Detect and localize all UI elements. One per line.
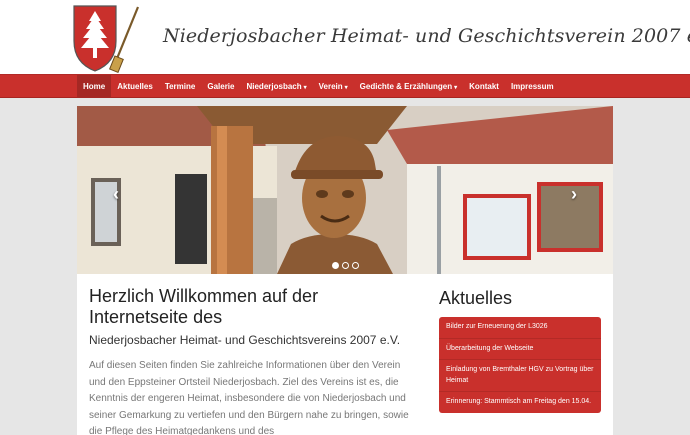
news-list: Bilder zur Erneuerung der L3026 Überarbe… [439, 317, 601, 413]
site-header: Niederjosbacher Heimat- und Geschichtsve… [0, 0, 690, 74]
carousel-next-arrow-icon[interactable]: › [571, 184, 577, 205]
nav-item-kontakt[interactable]: Kontakt [463, 75, 505, 98]
nav-item-gedichte-erzählungen[interactable]: Gedichte & Erzählungen ▾ [354, 75, 463, 98]
nav-item-label: Aktuelles [117, 82, 153, 91]
nav-item-label: Verein [318, 82, 343, 91]
carousel-slide-image [77, 106, 613, 274]
welcome-intro-text: Auf diesen Seiten finden Sie zahlreiche … [89, 360, 409, 435]
welcome-heading: Herzlich Willkommen auf der Internetseit… [89, 286, 319, 327]
welcome-section: Herzlich Willkommen auf der Internetseit… [77, 274, 430, 435]
nav-item-home[interactable]: Home [77, 75, 112, 98]
nav-item-galerie[interactable]: Galerie [201, 75, 240, 98]
carousel-indicator-1[interactable] [332, 262, 339, 269]
chevron-down-icon: ▾ [344, 85, 348, 91]
nav-item-label: Niederjosbach [246, 82, 302, 91]
news-sidebar: Aktuelles Bilder zur Erneuerung der L302… [430, 274, 613, 435]
nav-item-impressum[interactable]: Impressum [505, 75, 560, 98]
nav-menu: Home Aktuelles Termine Galerie Niederjosbach… [77, 75, 560, 98]
nav-item-verein[interactable]: Verein ▾ [313, 75, 354, 98]
carousel-prev-arrow-icon[interactable]: ‹ [113, 184, 119, 205]
news-item-2[interactable]: Überarbeitung der Webseite [439, 339, 601, 360]
news-heading: Aktuelles [439, 288, 513, 308]
carousel-indicator-3[interactable] [352, 262, 359, 269]
nav-item-label: Galerie [207, 82, 235, 91]
news-item-4[interactable]: Erinnerung: Stammtisch am Freitag den 15… [439, 392, 601, 413]
nav-item-label: Gedichte & Erzählungen [359, 82, 453, 91]
welcome-subtitle: Niederjosbacher Heimat- und Geschichtsve… [89, 333, 401, 347]
nav-item-label: Home [83, 82, 106, 91]
nav-item-label: Kontakt [469, 82, 499, 91]
nav-item-termine[interactable]: Termine [159, 75, 202, 98]
news-item-1[interactable]: Bilder zur Erneuerung der L3026 [439, 317, 601, 339]
coat-of-arms-logo[interactable] [70, 3, 142, 74]
nav-item-niederjosbach[interactable]: Niederjosbach ▾ [240, 75, 312, 98]
nav-item-aktuelles[interactable]: Aktuelles [111, 75, 159, 98]
carousel-indicators [332, 262, 359, 269]
nav-item-label: Impressum [510, 82, 554, 91]
chevron-down-icon: ▾ [303, 85, 307, 91]
main-navigation: Home Aktuelles Termine Galerie Niederjosbach… [0, 74, 690, 98]
nav-item-label: Termine [164, 82, 196, 91]
site-title[interactable]: Niederjosbacher Heimat- und Geschichtsve… [163, 25, 690, 47]
image-carousel[interactable]: ‹ › [77, 106, 613, 274]
news-item-3[interactable]: Einladung von Bremthaler HGV zu Vortrag … [439, 360, 601, 392]
carousel-indicator-2[interactable] [342, 262, 349, 269]
chevron-down-icon: ▾ [454, 85, 458, 91]
